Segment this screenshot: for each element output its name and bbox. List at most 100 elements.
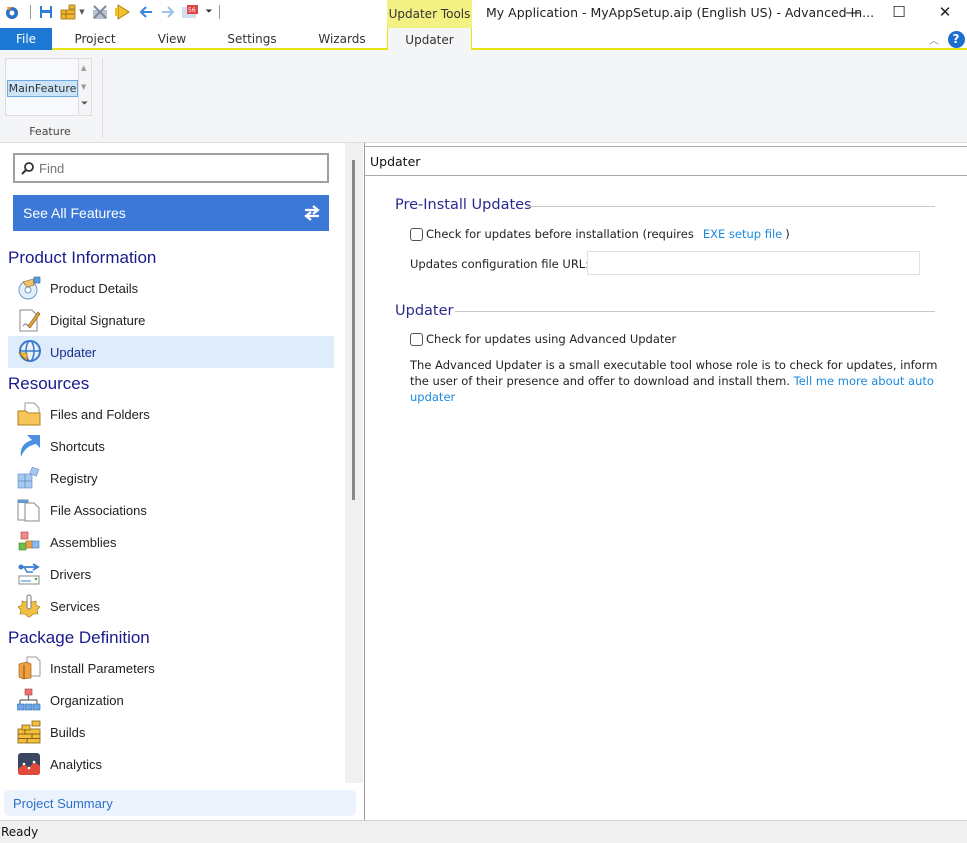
nav-drivers[interactable]: Drivers bbox=[8, 558, 334, 590]
nav-label: Services bbox=[50, 598, 100, 614]
calendar-icon[interactable]: 56 bbox=[182, 4, 198, 20]
assemblies-icon bbox=[16, 529, 42, 555]
exe-setup-file-link[interactable]: EXE setup file bbox=[703, 227, 782, 241]
tab-wizards[interactable]: Wizards bbox=[298, 28, 386, 50]
run-icon[interactable] bbox=[114, 4, 130, 20]
builds-icon bbox=[16, 719, 42, 745]
close-button[interactable]: ✕ bbox=[922, 0, 967, 24]
nav-assemblies[interactable]: Assemblies bbox=[8, 526, 334, 558]
files-folders-icon bbox=[16, 401, 42, 427]
drivers-icon bbox=[16, 561, 42, 587]
updater-check-row: Check for updates using Advanced Updater bbox=[410, 332, 676, 346]
nav-services[interactable]: Services bbox=[8, 590, 334, 622]
status-text: Ready bbox=[1, 825, 39, 839]
nav-builds[interactable]: Builds bbox=[8, 716, 334, 748]
pre-install-checkbox[interactable] bbox=[410, 227, 423, 241]
nav-label: Analytics bbox=[50, 756, 103, 772]
tab-updater[interactable]: Updater bbox=[387, 28, 472, 52]
nav-label: File Associations bbox=[50, 502, 147, 518]
help-badge: ? bbox=[947, 30, 965, 48]
tab-settings[interactable]: Settings bbox=[206, 28, 298, 50]
nav-label: Files and Folders bbox=[50, 406, 150, 422]
minimize-button[interactable]: — bbox=[830, 0, 876, 24]
main-content: Updater Pre-Install Updates Check for up… bbox=[364, 143, 967, 820]
feature-gallery-item[interactable]: MainFeature bbox=[7, 80, 78, 97]
swap-icon bbox=[304, 205, 320, 221]
collapse-ribbon-icon[interactable]: ︿ bbox=[926, 28, 942, 50]
install-parameters-icon bbox=[16, 655, 42, 681]
services-icon bbox=[16, 593, 42, 619]
title-bar: ▼ 56 ⏷ My Application - MyAppSetup.aip (… bbox=[0, 0, 967, 26]
build-icon[interactable] bbox=[60, 4, 76, 20]
pre-install-close-paren: ) bbox=[785, 227, 790, 241]
nav-analytics[interactable]: Analytics bbox=[8, 748, 334, 780]
tab-project[interactable]: Project bbox=[52, 28, 138, 50]
project-summary-link[interactable]: Project Summary bbox=[4, 790, 356, 816]
back-icon[interactable] bbox=[138, 4, 154, 20]
url-label: Updates configuration file URL: bbox=[410, 257, 590, 271]
nav-organization[interactable]: Organization bbox=[8, 684, 334, 716]
save-icon[interactable] bbox=[38, 4, 54, 20]
nav-label: Assemblies bbox=[50, 534, 117, 550]
advanced-updater-checkbox-label: Check for updates using Advanced Updater bbox=[426, 332, 677, 346]
forward-icon[interactable] bbox=[160, 4, 176, 20]
shortcuts-icon bbox=[16, 433, 42, 459]
feature-gallery[interactable]: MainFeature bbox=[5, 58, 79, 116]
gallery-scroll-up-icon[interactable]: ▲ bbox=[81, 64, 86, 72]
section-product-information: Product Information bbox=[8, 248, 157, 267]
find-box[interactable] bbox=[13, 153, 329, 183]
file-associations-icon bbox=[16, 497, 42, 523]
nav-label: Drivers bbox=[50, 566, 92, 582]
nav-files-and-folders[interactable]: Files and Folders bbox=[8, 398, 334, 430]
group-divider bbox=[527, 206, 935, 207]
pre-install-check-row: Check for updates before installation (r… bbox=[410, 227, 790, 241]
tab-file[interactable]: File bbox=[0, 28, 52, 50]
nav-label: Product Details bbox=[50, 280, 139, 296]
nav-file-associations[interactable]: File Associations bbox=[8, 494, 334, 526]
nav-label: Updater bbox=[50, 344, 97, 360]
group-title-updater: Updater bbox=[395, 303, 454, 319]
build-options-icon[interactable]: ▼ bbox=[78, 4, 86, 20]
clean-icon[interactable] bbox=[92, 4, 108, 20]
maximize-button[interactable]: ☐ bbox=[876, 0, 922, 24]
updater-description: The Advanced Updater is a small executab… bbox=[410, 357, 945, 405]
customize-qat-icon[interactable]: ⏷ bbox=[201, 4, 217, 20]
nav-digital-signature[interactable]: Digital Signature bbox=[8, 304, 334, 336]
advanced-updater-checkbox[interactable] bbox=[410, 332, 423, 346]
ribbon-panel: MainFeature ▲ ▼ ⏷ Feature bbox=[0, 50, 967, 143]
features-scrollbar-thumb[interactable] bbox=[352, 160, 355, 500]
nav-install-parameters[interactable]: Install Parameters bbox=[8, 652, 334, 684]
nav-label: Builds bbox=[50, 724, 86, 740]
qat-separator bbox=[30, 5, 31, 19]
section-package-definition: Package Definition bbox=[8, 628, 150, 647]
app-logo-icon[interactable] bbox=[4, 4, 20, 20]
nav-product-details[interactable]: Product Details bbox=[8, 272, 334, 304]
updates-config-url-input[interactable] bbox=[587, 251, 920, 275]
nav-shortcuts[interactable]: Shortcuts bbox=[8, 430, 334, 462]
nav-updater[interactable]: Updater bbox=[8, 336, 334, 368]
group-title-pre-install: Pre-Install Updates bbox=[395, 197, 532, 213]
updater-icon bbox=[16, 339, 42, 365]
context-tool-label: Updater Tools bbox=[387, 0, 472, 28]
nav-label: Shortcuts bbox=[50, 438, 105, 454]
group-divider bbox=[455, 311, 935, 312]
features-panel: See All Features Product Information Pro… bbox=[0, 143, 356, 820]
ribbon-group-separator bbox=[102, 58, 103, 138]
help-icon[interactable]: ? bbox=[946, 28, 966, 50]
find-input[interactable] bbox=[39, 160, 309, 176]
gallery-scroll-down-icon[interactable]: ▼ bbox=[81, 83, 86, 91]
nav-registry[interactable]: Registry bbox=[8, 462, 334, 494]
product-details-icon bbox=[16, 275, 42, 301]
see-all-features-button[interactable]: See All Features bbox=[13, 195, 329, 231]
page-header: Updater bbox=[365, 146, 967, 176]
registry-icon bbox=[16, 465, 42, 491]
pre-install-checkbox-label: Check for updates before installation (r… bbox=[426, 227, 694, 241]
ribbon-tabs: File Project View Settings Wizards Updat… bbox=[0, 28, 967, 52]
ribbon-group-label: Feature bbox=[29, 125, 71, 138]
window-title: My Application - MyAppSetup.aip (English… bbox=[486, 5, 875, 20]
gallery-expand-icon[interactable]: ⏷ bbox=[81, 99, 88, 109]
tab-view[interactable]: View bbox=[138, 28, 206, 50]
calendar-badge: 56 bbox=[188, 7, 196, 14]
nav-label: Digital Signature bbox=[50, 312, 146, 328]
gallery-scrollbar[interactable]: ▲ ▼ ⏷ bbox=[79, 58, 92, 116]
